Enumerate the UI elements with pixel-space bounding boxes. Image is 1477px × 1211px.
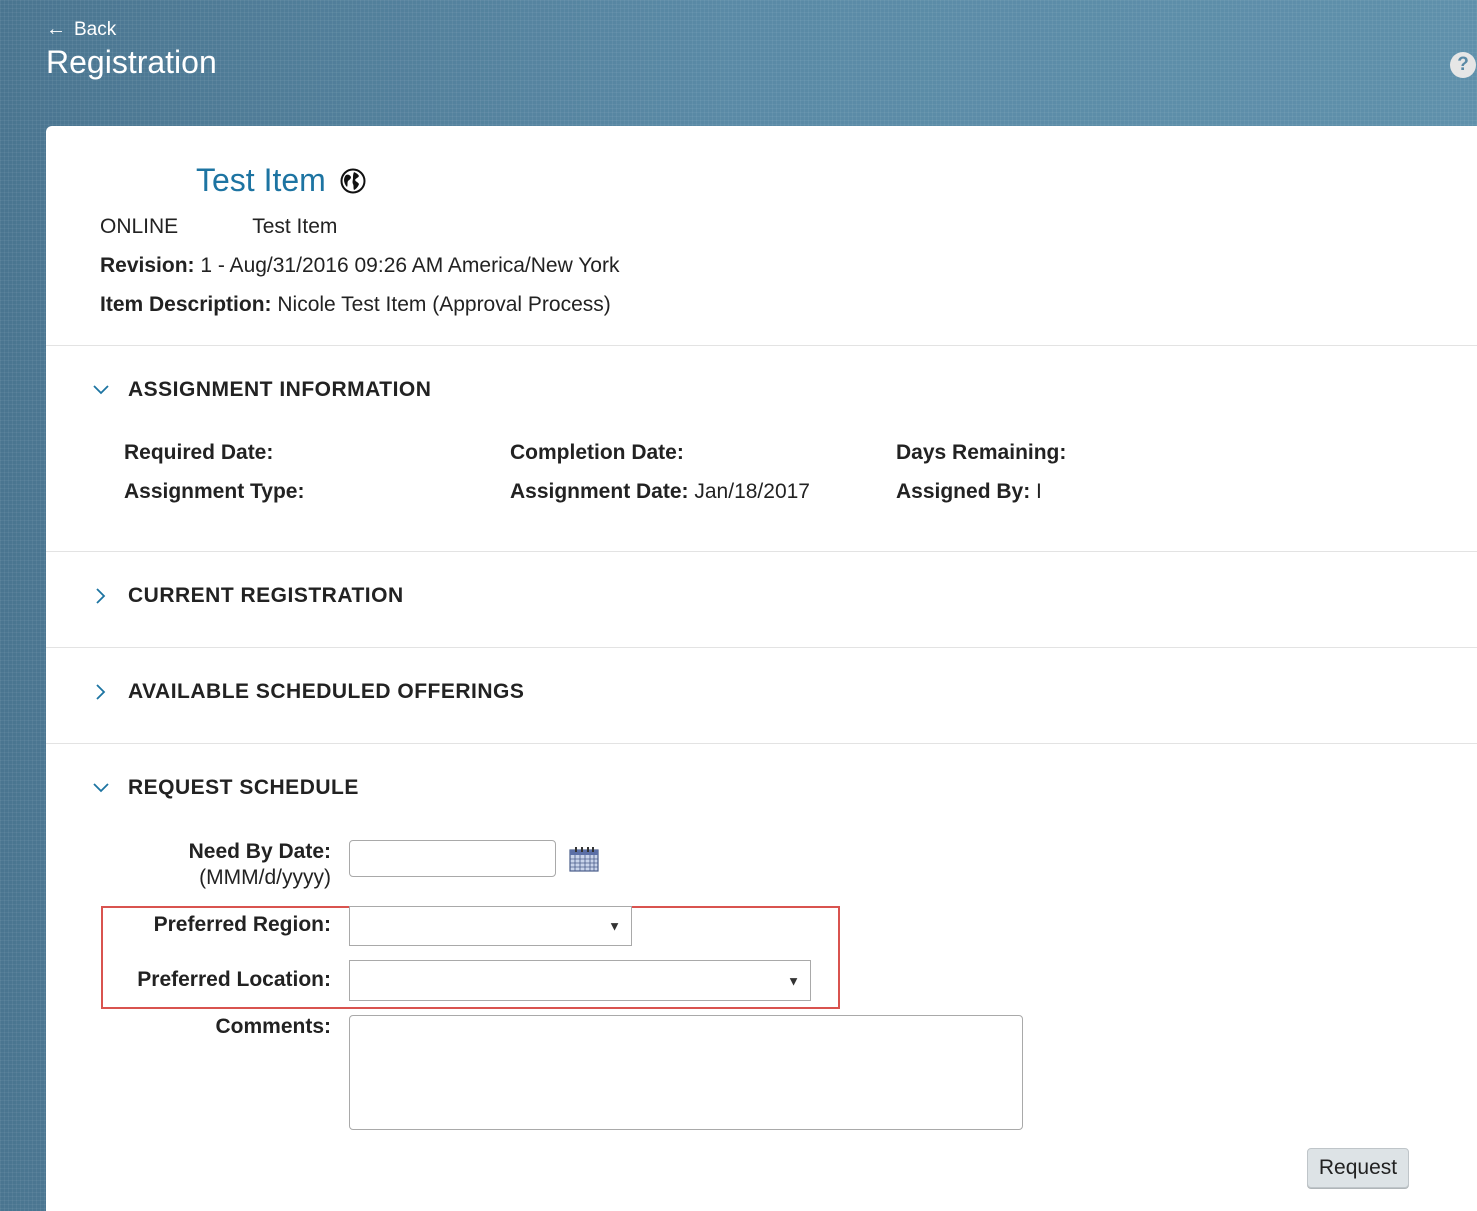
item-type-row: ONLINE Test Item (100, 215, 337, 239)
dropdown-arrow-icon: ▼ (608, 918, 621, 934)
help-icon[interactable]: ? (1450, 52, 1476, 78)
section-current-registration-toggle[interactable]: CURRENT REGISTRATION (92, 584, 404, 608)
description-label: Item Description: (100, 293, 272, 316)
back-link[interactable]: ← Back (46, 18, 116, 41)
chevron-down-icon (93, 783, 109, 793)
comments-textarea[interactable] (349, 1015, 1023, 1130)
preferred-location-select[interactable]: ▼ (349, 960, 811, 1001)
assignment-date-value: Jan/18/2017 (694, 480, 810, 503)
chevron-right-icon (96, 588, 106, 604)
assigned-by-value: I (1036, 480, 1042, 503)
section-request-schedule-toggle[interactable]: REQUEST SCHEDULE (92, 776, 359, 800)
assignment-date-label: Assignment Date: (510, 480, 689, 503)
back-label: Back (74, 18, 117, 40)
assigned-by-field: Assigned By: I (896, 480, 1042, 504)
description-value: Nicole Test Item (Approval Process) (277, 293, 611, 316)
completion-date-label: Completion Date: (510, 441, 684, 464)
item-title-row: Test Item (196, 162, 366, 199)
assigned-by-label: Assigned By: (896, 480, 1031, 503)
revision-row: Revision: 1 - Aug/31/2016 09:26 AM Ameri… (100, 254, 619, 278)
item-name: Test Item (252, 215, 338, 238)
required-date-field: Required Date: (124, 441, 273, 465)
preferred-region-select[interactable]: ▼ (349, 906, 632, 946)
section-current-registration-label: CURRENT REGISTRATION (128, 584, 404, 607)
section-request-schedule-label: REQUEST SCHEDULE (128, 776, 359, 799)
assignment-type-label: Assignment Type: (124, 480, 305, 503)
comments-label: Comments: (215, 1015, 331, 1038)
divider (46, 345, 1477, 346)
description-row: Item Description: Nicole Test Item (Appr… (100, 293, 611, 317)
registration-card: Test Item ONLINE Test Item Revision: 1 - … (46, 126, 1477, 1211)
page-title: Registration (46, 44, 217, 80)
need-by-date-label: Need By Date: (188, 840, 331, 863)
request-button[interactable]: Request (1307, 1148, 1409, 1188)
divider (46, 743, 1477, 744)
preferred-location-label: Preferred Location: (137, 968, 331, 991)
need-by-date-input[interactable] (349, 840, 556, 877)
completion-date-field: Completion Date: (510, 441, 684, 465)
divider (46, 551, 1477, 552)
section-available-offerings-toggle[interactable]: AVAILABLE SCHEDULED OFFERINGS (92, 680, 524, 704)
days-remaining-label: Days Remaining: (896, 441, 1067, 464)
days-remaining-field: Days Remaining: (896, 441, 1066, 465)
section-available-offerings-label: AVAILABLE SCHEDULED OFFERINGS (128, 680, 525, 703)
assignment-date-field: Assignment Date: Jan/18/2017 (510, 480, 810, 504)
chevron-down-icon (93, 385, 109, 395)
revision-value: 1 - Aug/31/2016 09:26 AM America/New Yor… (200, 254, 620, 277)
item-title: Test Item (196, 162, 326, 198)
preferred-region-label: Preferred Region: (153, 913, 331, 936)
revision-label: Revision: (100, 254, 195, 277)
section-assignment-label: ASSIGNMENT INFORMATION (128, 378, 432, 401)
need-by-date-format: (MMM/d/yyyy) (199, 866, 331, 889)
calendar-icon[interactable] (569, 846, 599, 872)
back-arrow-icon: ← (46, 18, 66, 40)
divider (46, 647, 1477, 648)
section-assignment-toggle[interactable]: ASSIGNMENT INFORMATION (92, 378, 431, 402)
assignment-type-field: Assignment Type: (124, 480, 304, 504)
chevron-right-icon (96, 684, 106, 700)
required-date-label: Required Date: (124, 441, 274, 464)
globe-icon (340, 168, 366, 193)
item-type: ONLINE (100, 215, 179, 238)
dropdown-arrow-icon: ▼ (787, 973, 800, 988)
